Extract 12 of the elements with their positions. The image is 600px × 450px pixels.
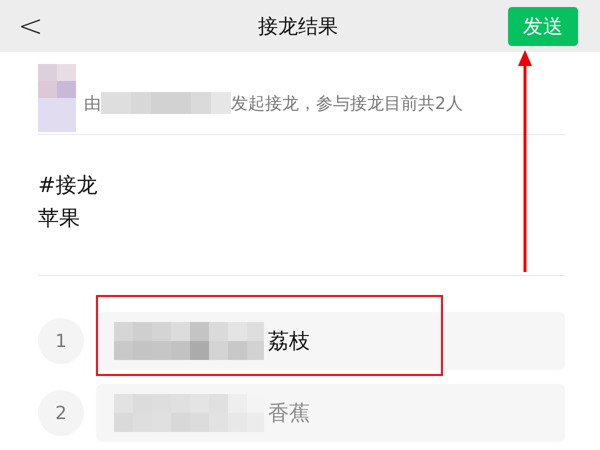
entry-number: 1 xyxy=(38,318,84,364)
topic-text: 苹果 xyxy=(38,205,81,232)
entry-field[interactable]: 荔枝 xyxy=(96,312,565,370)
entry-text: 荔枝 xyxy=(268,328,310,355)
entry-number: 2 xyxy=(38,390,84,436)
page-title: 接龙结果 xyxy=(258,12,338,40)
initiator-text: 发起接龙，参与接龙目前共2人 xyxy=(231,92,463,114)
topic-text: #接龙 xyxy=(38,172,99,199)
initiator-prefix: 由 xyxy=(84,92,101,114)
avatar xyxy=(38,64,76,132)
entry-text: 香蕉 xyxy=(268,400,310,427)
back-button[interactable]: < xyxy=(18,8,44,44)
